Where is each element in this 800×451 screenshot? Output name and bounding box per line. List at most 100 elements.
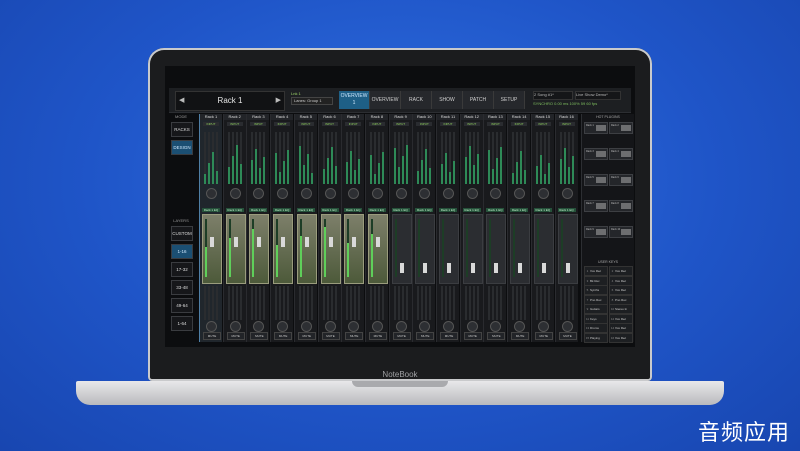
channel-strip[interactable]: Rack 10 INPUT Rack 1 EQ MUTE — [412, 114, 436, 342]
strip-input[interactable]: INPUT — [345, 122, 362, 126]
strip-name[interactable]: Rack 11 — [437, 114, 459, 120]
strip-name[interactable]: Rack 6 — [318, 114, 341, 120]
strip-plugin-slot[interactable]: Rack 1 EQ — [273, 208, 292, 212]
user-key-button[interactable]: 7 Pno Rec — [584, 294, 608, 305]
fader-handle[interactable] — [470, 263, 475, 273]
hot-plugin-tile[interactable]: Rack 6 — [609, 174, 633, 186]
strip-name[interactable]: Rack 13 — [484, 114, 507, 120]
fader-slot[interactable] — [557, 214, 578, 284]
gain-knob[interactable] — [300, 188, 312, 199]
pan-knob[interactable] — [371, 321, 383, 332]
hot-plugin-tile[interactable]: Rack 4 — [609, 148, 633, 160]
fader-handle[interactable] — [423, 263, 428, 273]
fader-slot[interactable] — [344, 214, 365, 284]
user-key-button[interactable]: 10Stereo In — [609, 304, 633, 314]
strip-plugin-slot[interactable]: Rack 1 EQ — [296, 208, 315, 212]
mute-button[interactable]: MUTE — [368, 332, 387, 340]
strip-name[interactable]: Rack 4 — [271, 114, 294, 120]
fader-handle[interactable] — [233, 237, 238, 247]
show-selector[interactable]: Live Show Demo* — [575, 91, 621, 100]
pan-knob[interactable] — [395, 321, 407, 332]
channel-strip[interactable]: Rack 5 INPUT Rack 1 EQ MUTE — [293, 114, 317, 342]
range-49-64-button[interactable]: 49-64 — [171, 298, 193, 313]
pan-knob[interactable] — [348, 321, 360, 332]
user-key-button[interactable]: 11Keys — [584, 313, 608, 324]
gain-knob[interactable] — [419, 188, 431, 199]
gain-knob[interactable] — [490, 188, 502, 199]
fader-slot[interactable] — [391, 214, 412, 284]
strip-plugin-slot[interactable]: Rack 1 EQ — [249, 208, 268, 212]
fader-slot[interactable] — [415, 214, 436, 284]
fader-slot[interactable] — [320, 214, 341, 284]
strip-name[interactable]: Rack 16 — [555, 114, 578, 120]
strip-input[interactable]: INPUT — [274, 122, 291, 126]
next-rack-icon[interactable]: ▶ — [276, 92, 281, 110]
fader-handle[interactable] — [257, 237, 262, 247]
strip-plugin-slot[interactable]: Rack 1 EQ — [533, 208, 552, 212]
mute-button[interactable]: MUTE — [250, 332, 269, 340]
strip-input[interactable]: INPUT — [534, 122, 551, 126]
user-key-button[interactable]: 12Vox Rec — [609, 313, 633, 324]
channel-strip[interactable]: Rack 8 INPUT Rack 1 EQ MUTE — [364, 114, 388, 342]
mute-button[interactable]: MUTE — [226, 332, 245, 340]
strip-name[interactable]: Rack 5 — [294, 114, 317, 120]
user-key-button[interactable]: 16Vox Rec — [609, 332, 633, 343]
hot-plugin-tile[interactable]: Rack 8 — [609, 200, 633, 212]
pan-knob[interactable] — [561, 321, 573, 332]
strip-input[interactable]: INPUT — [250, 122, 267, 126]
strip-input[interactable]: INPUT — [440, 122, 456, 126]
user-key-button[interactable]: 6 Vox Rec — [609, 285, 633, 295]
strip-plugin-slot[interactable]: Rack 1 EQ — [391, 208, 410, 212]
fader-slot[interactable] — [510, 214, 531, 284]
fader-slot[interactable] — [296, 214, 317, 284]
gain-knob[interactable] — [395, 188, 407, 199]
strip-input[interactable]: INPUT — [463, 122, 480, 126]
channel-strip[interactable]: Rack 1 INPUT Rack 1 EQ MUTE — [199, 114, 222, 342]
strip-plugin-slot[interactable]: Rack 1 EQ — [415, 208, 434, 212]
strip-input[interactable]: INPUT — [297, 122, 314, 126]
strip-name[interactable]: Rack 8 — [365, 114, 388, 120]
mute-button[interactable]: MUTE — [416, 332, 435, 340]
mute-button[interactable]: MUTE — [511, 332, 530, 340]
user-key-button[interactable]: 8 Pno Rec — [609, 294, 633, 305]
strip-plugin-slot[interactable]: Rack 1 EQ — [510, 208, 529, 212]
fader-handle[interactable] — [352, 237, 357, 247]
gain-knob[interactable] — [514, 188, 526, 199]
fader-slot[interactable] — [249, 214, 270, 284]
pan-knob[interactable] — [490, 321, 502, 332]
gain-knob[interactable] — [561, 188, 573, 199]
mute-button[interactable]: MUTE — [392, 332, 411, 340]
strip-name[interactable]: Rack 15 — [531, 114, 554, 120]
song-selector[interactable]: 2 Song #1* — [533, 91, 573, 100]
mute-button[interactable]: MUTE — [274, 332, 293, 340]
design-button[interactable]: DESIGN — [171, 140, 193, 155]
hot-plugin-tile[interactable]: Rack 9 — [584, 226, 608, 238]
hot-plugin-tile[interactable]: Rack 5 — [584, 174, 608, 186]
strip-input[interactable]: INPUT — [416, 122, 433, 126]
range-1-16-button[interactable]: 1-16 — [171, 244, 193, 259]
fader-handle[interactable] — [447, 263, 451, 273]
pan-knob[interactable] — [419, 321, 431, 332]
strip-plugin-slot[interactable]: Rack 1 EQ — [202, 208, 220, 212]
pan-knob[interactable] — [443, 321, 454, 332]
strip-input[interactable]: INPUT — [511, 122, 528, 126]
strip-input[interactable]: INPUT — [487, 122, 504, 126]
fader-slot[interactable] — [273, 214, 294, 284]
mute-button[interactable]: MUTE — [487, 332, 506, 340]
tab-patch[interactable]: PATCH — [463, 91, 494, 109]
strip-input[interactable]: INPUT — [226, 122, 243, 126]
strip-plugin-slot[interactable]: Rack 1 EQ — [320, 208, 339, 212]
tab-overview-2[interactable]: OVERVIEW 2 — [370, 91, 401, 121]
strip-plugin-slot[interactable]: Rack 1 EQ — [439, 208, 457, 212]
strip-name[interactable]: Rack 2 — [223, 114, 246, 120]
gain-knob[interactable] — [324, 188, 336, 199]
strip-name[interactable]: Rack 3 — [247, 114, 270, 120]
rack-selector[interactable]: ◀ Rack 1 ▶ — [175, 91, 285, 111]
strip-name[interactable]: Rack 14 — [508, 114, 531, 120]
channel-strip[interactable]: Rack 14 INPUT Rack 1 EQ MUTE — [507, 114, 531, 342]
fader-handle[interactable] — [304, 237, 309, 247]
tab-show[interactable]: SHOW — [432, 91, 463, 109]
fader-handle[interactable] — [399, 263, 404, 273]
pan-knob[interactable] — [253, 321, 265, 332]
channel-strip[interactable]: Rack 15 INPUT Rack 1 EQ MUTE — [530, 114, 554, 342]
